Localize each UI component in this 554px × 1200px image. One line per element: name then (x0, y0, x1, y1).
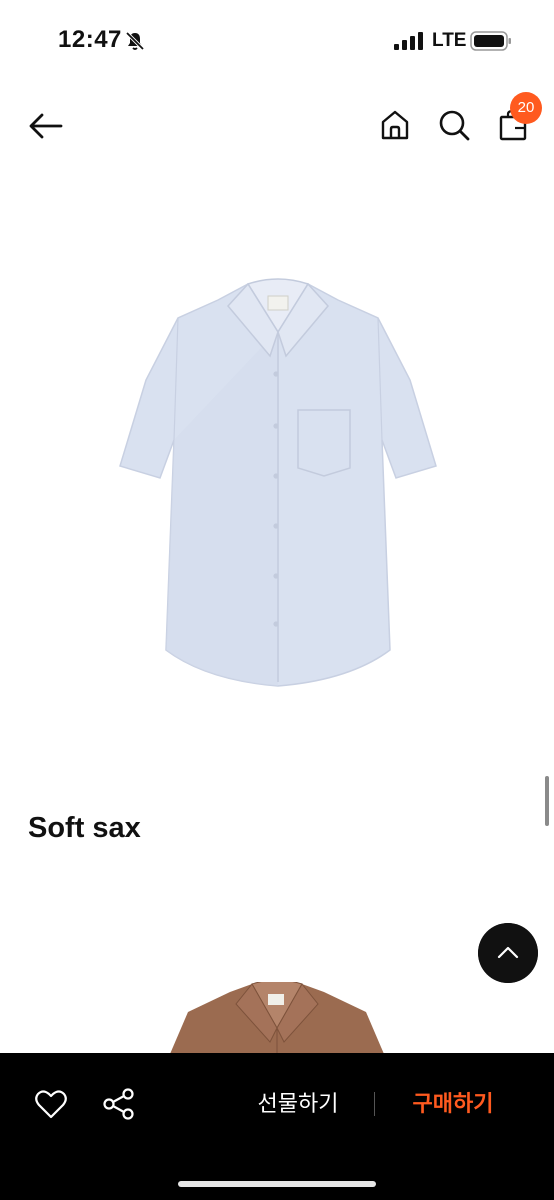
scroll-to-top-button[interactable] (478, 923, 538, 983)
product-name: Soft sax (28, 812, 141, 844)
battery-icon (470, 31, 511, 51)
status-bar: 12:47 LTE (0, 0, 554, 84)
product-detail-screen: 12:47 LTE 20 Soft sax 선물하기 구매하기 (0, 0, 554, 1200)
product-image-shirt-brown[interactable] (170, 982, 384, 1054)
signal-bars-icon (394, 32, 423, 50)
network-type: LTE (432, 30, 467, 51)
scrollbar[interactable] (545, 776, 549, 826)
heart-icon[interactable] (34, 1087, 68, 1121)
top-nav (0, 84, 554, 168)
home-icon[interactable] (378, 108, 412, 142)
bell-muted-icon (125, 31, 145, 51)
share-icon[interactable] (102, 1087, 136, 1121)
gift-button[interactable]: 선물하기 (238, 1087, 358, 1121)
buy-button[interactable]: 구매하기 (393, 1087, 513, 1121)
status-time: 12:47 (58, 26, 122, 53)
product-image-shirt[interactable] (110, 270, 446, 690)
arrow-left-icon[interactable] (26, 106, 66, 146)
cart-count-badge: 20 (510, 92, 542, 124)
search-icon[interactable] (437, 108, 471, 142)
divider (374, 1092, 375, 1116)
bottom-action-bar: 선물하기 구매하기 (0, 1053, 554, 1200)
home-indicator[interactable] (178, 1181, 376, 1187)
